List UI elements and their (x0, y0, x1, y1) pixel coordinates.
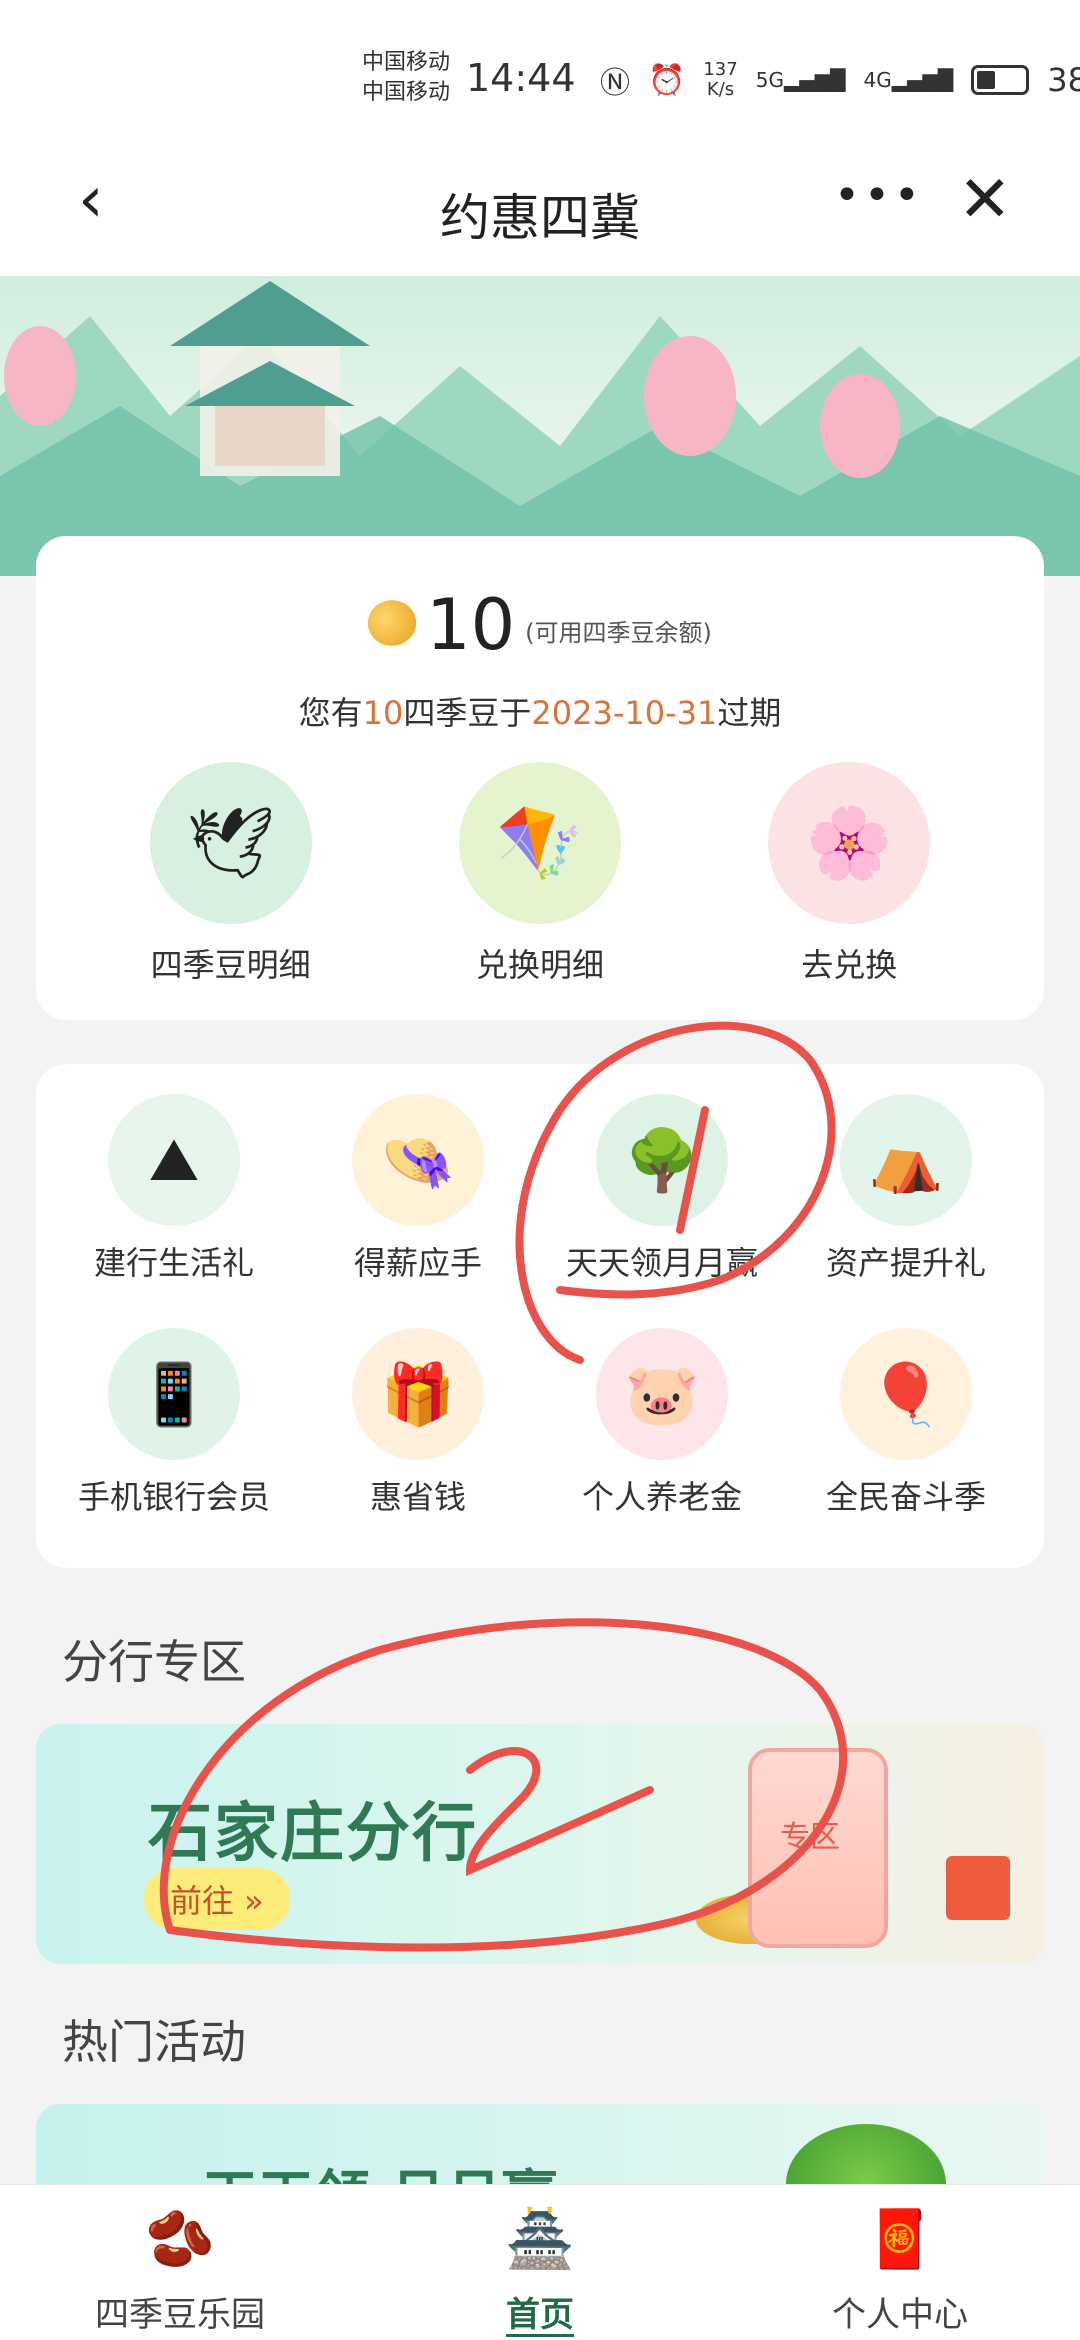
service-pension[interactable]: 🐷 个人养老金 (540, 1328, 784, 1518)
status-time: 14:44 (466, 56, 576, 100)
carrier-1: 中国移动 (362, 50, 451, 75)
pavilion-icon: 🏯 (505, 2207, 575, 2272)
status-icons: Ⓝ ⏰ 137 K/s 5G▂▄▆█ 4G▂▄▆█ 38% (600, 58, 1080, 102)
services-card: ⛰ 建行生活礼 👒 得薪应手 🌳 天天领月月赢 ⛺ 资产提升礼 📱 手机银行会员… (36, 1064, 1044, 1568)
tree-icon: 🌳 (596, 1094, 728, 1226)
service-label: 建行生活礼 (93, 1244, 254, 1282)
signal-5g-label: 5G (755, 68, 784, 92)
shortcut-label: 去兑换 (801, 946, 898, 984)
tent-icon: ⛺ (840, 1094, 972, 1226)
balance-shortcuts: 🕊 四季豆明细 🪁 兑换明细 🌸 去兑换 (36, 762, 1044, 986)
net-speed-unit: K/s (706, 79, 735, 100)
bean-icon: 🫘 (145, 2207, 215, 2272)
mountain-icon: ⛰ (108, 1094, 240, 1226)
gift-icon: 🎁 (352, 1328, 484, 1460)
bottom-tab-bar: 🫘 四季豆乐园 🏯 首页 🧧 个人中心 (0, 2184, 1080, 2340)
more-options-button[interactable]: ••• (834, 170, 924, 221)
hot-activity-text: 天天领 月月赢 (202, 2152, 558, 2184)
expire-date: 2023-10-31 (531, 694, 718, 732)
branch-section-title: 分行专区 (62, 1635, 246, 1689)
alarm-icon: ⏰ (648, 62, 686, 98)
landscape-banner (0, 276, 1080, 576)
mascot-icon: 🧧 (865, 2207, 935, 2272)
shortcut-label: 兑换明细 (475, 946, 604, 984)
expire-notice: 您有10四季豆于2023-10-31过期 (36, 688, 1044, 734)
swallow-icon: 🕊 (149, 762, 312, 924)
blossom-icon: 🌸 (768, 762, 931, 924)
bean-balance-note: (可用四季豆余额) (525, 619, 712, 647)
close-button[interactable]: ✕ (958, 168, 1012, 232)
net-speed-value: 137 (703, 59, 738, 80)
signal-5g-icon: 5G▂▄▆█ (755, 68, 846, 92)
tab-label: 个人中心 (832, 2295, 968, 2335)
bean-balance: 10 (可用四季豆余额) (36, 590, 1044, 660)
gift-box-icon (946, 1856, 1010, 1920)
signal-4g-label: 4G (863, 68, 892, 92)
status-bar: 中国移动 中国移动 14:44 Ⓝ ⏰ 137 K/s 5G▂▄▆█ 4G▂▄▆… (0, 0, 1080, 150)
piggy-bank-icon: 🐷 (596, 1328, 728, 1460)
service-label: 天天领月月赢 (565, 1244, 758, 1282)
tab-label: 首页 (506, 2295, 574, 2335)
phone-icon: 📱 (108, 1328, 240, 1460)
expire-amount: 10 (362, 694, 404, 732)
battery-icon (971, 65, 1030, 95)
service-label: 惠省钱 (369, 1478, 466, 1516)
bean-balance-card: 10 (可用四季豆余额) 您有10四季豆于2023-10-31过期 🕊 四季豆明… (36, 536, 1044, 1020)
net-speed: 137 K/s (703, 60, 737, 100)
shortcut-bean-details[interactable]: 🕊 四季豆明细 (111, 762, 351, 986)
hot-section-title: 热门活动 (62, 2015, 246, 2069)
tree-icon (786, 2124, 946, 2184)
expire-prefix: 您有 (298, 694, 363, 732)
tab-personal-center[interactable]: 🧧 个人中心 (720, 2185, 1080, 2340)
service-save-money[interactable]: 🎁 惠省钱 (296, 1328, 540, 1518)
branch-banner[interactable]: 石家庄分行 前往 » 专区 (36, 1724, 1044, 1964)
carrier-info: 中国移动 中国移动 (362, 48, 450, 108)
shortcut-label: 四季豆明细 (150, 946, 311, 984)
kite-icon: 🪁 (458, 762, 621, 924)
phone-illustration: 专区 (748, 1748, 888, 1948)
service-label: 手机银行会员 (77, 1478, 270, 1516)
service-ccb-life-gift[interactable]: ⛰ 建行生活礼 (52, 1094, 296, 1284)
shortcut-go-exchange[interactable]: 🌸 去兑换 (729, 762, 969, 986)
service-mobile-member[interactable]: 📱 手机银行会员 (52, 1328, 296, 1518)
signal-4g-icon: 4G▂▄▆█ (863, 68, 954, 92)
balloon-icon: 🎈 (840, 1328, 972, 1460)
phone-zone-text: 专区 (780, 1820, 840, 1855)
goto-button[interactable]: 前往 » (144, 1868, 290, 1930)
service-label: 全民奋斗季 (825, 1478, 986, 1516)
service-daily-monthly-win[interactable]: 🌳 天天领月月赢 (540, 1094, 784, 1284)
service-label: 个人养老金 (581, 1478, 742, 1516)
service-asset-upgrade[interactable]: ⛺ 资产提升礼 (784, 1094, 1028, 1284)
navigation-bar: ‹ 约惠四冀 ••• ✕ (0, 150, 1080, 276)
expire-middle: 四季豆于 (403, 694, 532, 732)
service-label: 资产提升礼 (825, 1244, 986, 1282)
branch-name: 石家庄分行 (148, 1797, 478, 1871)
hot-activity-banner[interactable]: 天天领 月月赢 (36, 2104, 1044, 2184)
service-label: 得薪应手 (353, 1244, 482, 1282)
carrier-2: 中国移动 (362, 80, 451, 105)
straw-hat-icon: 👒 (352, 1094, 484, 1226)
expire-suffix: 过期 (717, 694, 782, 732)
bean-count: 10 (426, 584, 516, 666)
shortcut-exchange-details[interactable]: 🪁 兑换明细 (420, 762, 660, 986)
bean-icon (360, 592, 424, 654)
tab-home[interactable]: 🏯 首页 (360, 2185, 720, 2340)
service-salary[interactable]: 👒 得薪应手 (296, 1094, 540, 1284)
service-strive-season[interactable]: 🎈 全民奋斗季 (784, 1328, 1028, 1518)
landscape-illustration (0, 281, 1080, 576)
battery-percent: 38% (1047, 61, 1080, 99)
services-grid: ⛰ 建行生活礼 👒 得薪应手 🌳 天天领月月赢 ⛺ 资产提升礼 📱 手机银行会员… (52, 1094, 1028, 1518)
nfc-icon: Ⓝ (600, 66, 630, 101)
tab-bean-park[interactable]: 🫘 四季豆乐园 (0, 2185, 360, 2340)
tab-label: 四季豆乐园 (95, 2295, 265, 2335)
